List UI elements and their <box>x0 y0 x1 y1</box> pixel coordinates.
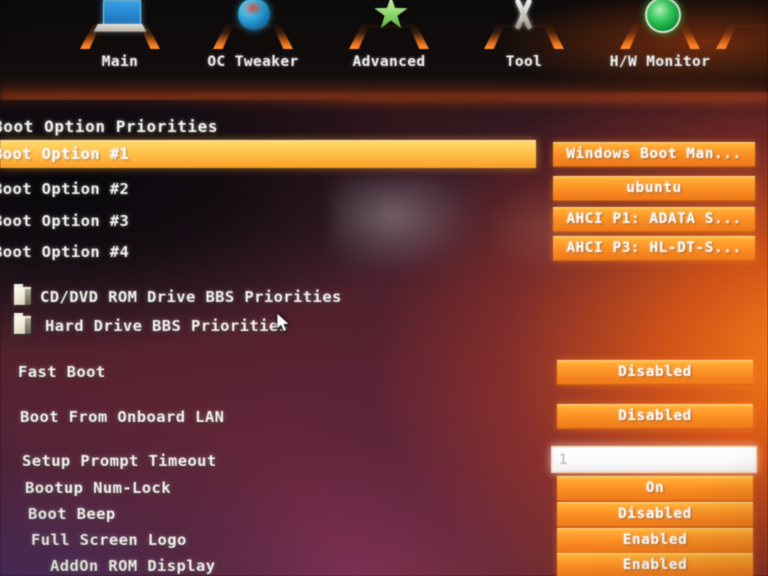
screen-noise <box>0 0 768 576</box>
bios-screen: Main OC Tweaker Advanced Tool H/W Monito… <box>0 0 768 576</box>
